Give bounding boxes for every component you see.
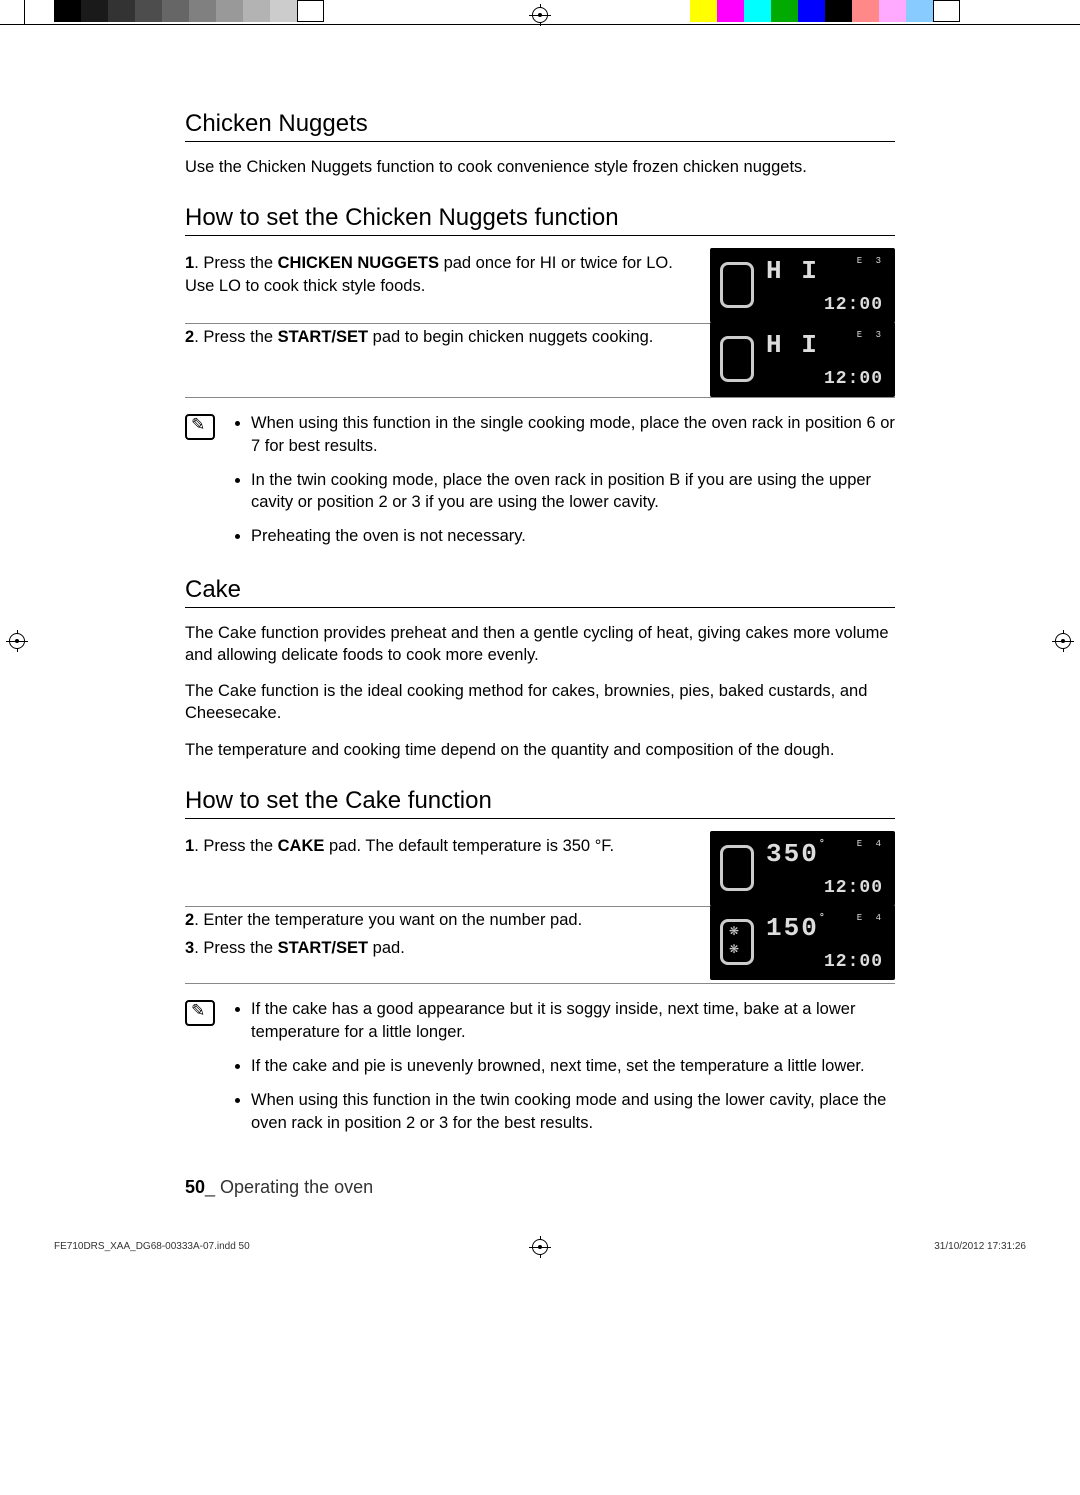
note-icon xyxy=(185,414,215,440)
display-clock: 12:00 xyxy=(824,295,883,315)
cavity-icon xyxy=(720,262,754,308)
display-clock: 12:00 xyxy=(824,369,883,389)
oven-display-panel: H I E 3 12:00 xyxy=(710,322,895,397)
note-item: If the cake has a good appearance but it… xyxy=(251,998,895,1043)
oven-display-panel: H I E 3 12:00 xyxy=(710,248,895,323)
display-clock: 12:00 xyxy=(824,952,883,972)
display-main-reading: H I xyxy=(766,256,819,286)
cake-step-1-text: 1. Press the CAKE pad. The default tempe… xyxy=(185,833,692,881)
cake-step-2-3-text: 2. Enter the temperature you want on the… xyxy=(185,907,692,984)
note-item: When using this function in the single c… xyxy=(251,412,895,457)
cavity-convection-icon xyxy=(720,919,754,965)
heading-set-chicken-nuggets: How to set the Chicken Nuggets function xyxy=(185,204,895,236)
intro-chicken-nuggets: Use the Chicken Nuggets function to cook… xyxy=(185,156,895,178)
heading-chicken-nuggets: Chicken Nuggets xyxy=(185,110,895,142)
notes-cake: If the cake has a good appearance but it… xyxy=(233,998,895,1133)
registration-mark-icon xyxy=(529,1236,551,1258)
print-filename: FE710DRS_XAA_DG68-00333A-07.indd 50 xyxy=(54,1241,250,1252)
grayscale-swatches-icon xyxy=(54,0,324,22)
cake-para-2: The Cake function is the ideal cooking m… xyxy=(185,680,895,725)
heading-set-cake: How to set the Cake function xyxy=(185,787,895,819)
display-main-reading: H I xyxy=(766,330,819,360)
registration-mark-icon xyxy=(529,4,551,26)
note-item: When using this function in the twin coo… xyxy=(251,1089,895,1134)
step-2-text: 2. Press the START/SET pad to begin chic… xyxy=(185,324,692,372)
notes-chicken-nuggets: When using this function in the single c… xyxy=(233,412,895,547)
note-item: Preheating the oven is not necessary. xyxy=(251,525,895,547)
display-clock: 12:00 xyxy=(824,878,883,898)
cavity-icon xyxy=(720,845,754,891)
step-1-text: 1. Press the CHICKEN NUGGETS pad once fo… xyxy=(185,250,692,321)
display-e-tag: E 3 xyxy=(857,330,885,340)
cake-para-1: The Cake function provides preheat and t… xyxy=(185,622,895,667)
page-footer: 50_ Operating the oven xyxy=(185,1177,373,1198)
display-main-reading: 350° xyxy=(766,839,827,869)
cake-para-3: The temperature and cooking time depend … xyxy=(185,739,895,761)
color-swatches-icon xyxy=(690,0,960,22)
cavity-icon xyxy=(720,336,754,382)
display-e-tag: E 4 xyxy=(857,913,885,923)
note-item: In the twin cooking mode, place the oven… xyxy=(251,469,895,514)
oven-display-panel: 150° E 4 12:00 xyxy=(710,905,895,980)
display-main-reading: 150° xyxy=(766,913,827,943)
display-e-tag: E 4 xyxy=(857,839,885,849)
print-datetime: 31/10/2012 17:31:26 xyxy=(934,1241,1026,1252)
oven-display-panel: 350° E 4 12:00 xyxy=(710,831,895,906)
display-e-tag: E 3 xyxy=(857,256,885,266)
note-item: If the cake and pie is unevenly browned,… xyxy=(251,1055,895,1077)
heading-cake: Cake xyxy=(185,576,895,608)
note-icon xyxy=(185,1000,215,1026)
registration-mark-icon xyxy=(1052,630,1074,652)
registration-mark-icon xyxy=(6,630,28,652)
